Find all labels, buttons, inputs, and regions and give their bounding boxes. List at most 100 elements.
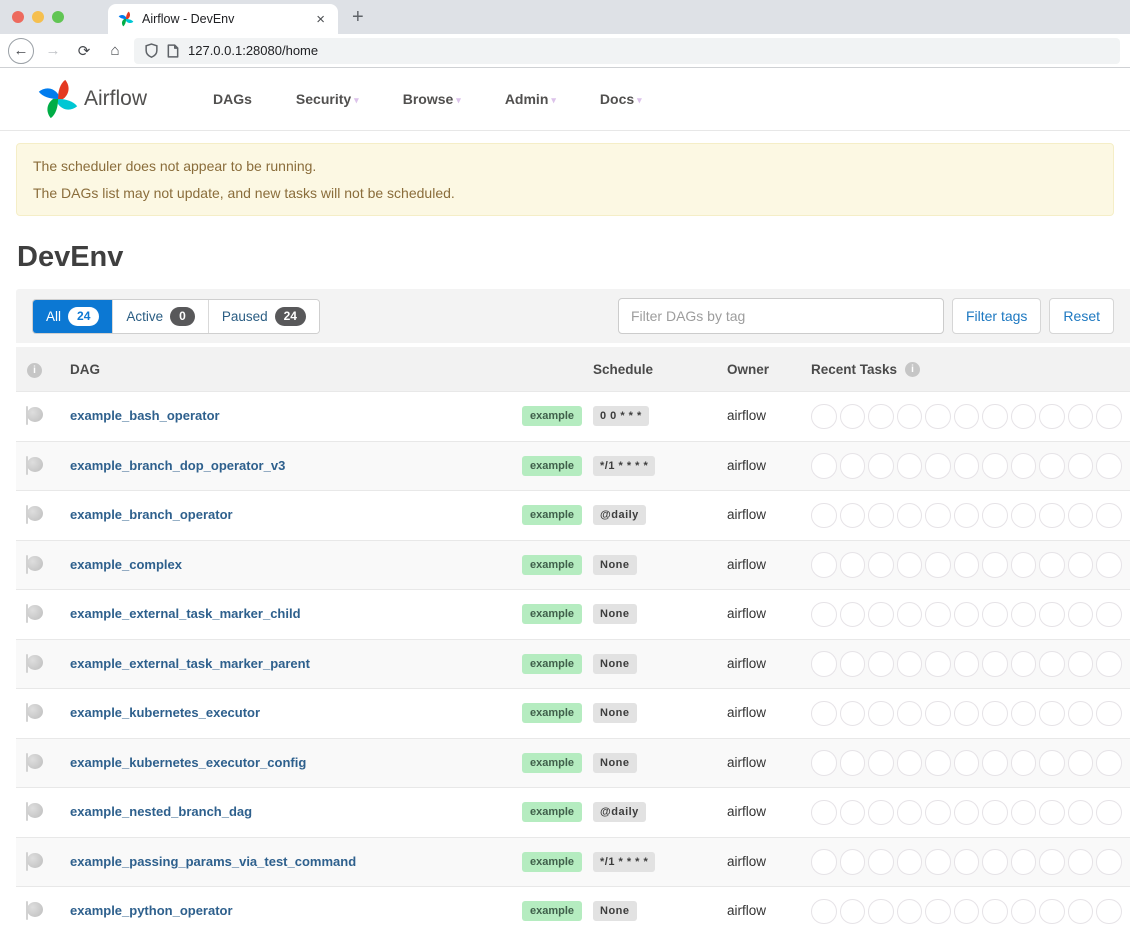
task-state-circle[interactable] [811,651,837,677]
task-state-circle[interactable] [1039,849,1065,875]
task-state-circle[interactable] [868,503,894,529]
filter-dags-by-tag-input[interactable] [618,298,944,334]
task-state-circle[interactable] [897,602,923,628]
dag-tag-badge[interactable]: example [522,802,582,822]
task-state-circle[interactable] [1096,849,1122,875]
navbar-menu-item[interactable]: Docs ▾ [578,91,664,107]
pause-toggle[interactable] [26,604,28,623]
forward-button[interactable]: → [41,42,65,59]
task-state-circle[interactable] [925,602,951,628]
task-state-circle[interactable] [840,651,866,677]
task-state-circle[interactable] [1068,750,1094,776]
task-state-circle[interactable] [1039,750,1065,776]
task-state-circle[interactable] [840,701,866,727]
window-zoom-button[interactable] [52,11,64,23]
task-state-circle[interactable] [925,453,951,479]
task-state-circle[interactable] [868,602,894,628]
dag-tag-badge[interactable]: example [522,406,582,426]
task-state-circle[interactable] [1068,503,1094,529]
task-state-circle[interactable] [897,899,923,925]
task-state-circle[interactable] [1068,899,1094,925]
task-state-circle[interactable] [925,651,951,677]
task-state-circle[interactable] [1011,552,1037,578]
navbar-menu-item[interactable]: Security ▾ [274,91,381,107]
dag-name-link[interactable]: example_nested_branch_dag [70,804,252,819]
task-state-circle[interactable] [1039,503,1065,529]
navbar-menu-item[interactable]: Browse ▾ [381,91,483,107]
task-state-circle[interactable] [840,552,866,578]
task-state-circle[interactable] [811,750,837,776]
task-state-circle[interactable] [954,404,980,430]
task-state-circle[interactable] [811,503,837,529]
task-state-circle[interactable] [1096,602,1122,628]
task-state-circle[interactable] [1039,899,1065,925]
dag-tag-badge[interactable]: example [522,654,582,674]
task-state-circle[interactable] [1039,701,1065,727]
task-state-circle[interactable] [954,602,980,628]
dag-tag-badge[interactable]: example [522,456,582,476]
task-state-circle[interactable] [1096,800,1122,826]
new-tab-button[interactable]: + [352,4,364,30]
address-bar[interactable]: 127.0.0.1:28080/home [134,38,1120,64]
task-state-circle[interactable] [897,503,923,529]
task-state-circle[interactable] [1011,800,1037,826]
task-state-circle[interactable] [925,701,951,727]
task-state-circle[interactable] [982,800,1008,826]
task-state-circle[interactable] [982,602,1008,628]
status-filter-tab[interactable]: Active 0 [112,300,207,333]
reset-button[interactable]: Reset [1049,298,1114,334]
task-state-circle[interactable] [1096,404,1122,430]
task-state-circle[interactable] [925,552,951,578]
dag-tag-badge[interactable]: example [522,703,582,723]
dag-tag-badge[interactable]: example [522,505,582,525]
reload-button[interactable]: ⟳ [72,42,96,60]
task-state-circle[interactable] [1011,750,1037,776]
task-state-circle[interactable] [1011,503,1037,529]
task-state-circle[interactable] [954,800,980,826]
task-state-circle[interactable] [1068,602,1094,628]
back-button[interactable]: ← [8,38,34,64]
task-state-circle[interactable] [868,701,894,727]
task-state-circle[interactable] [868,800,894,826]
task-state-circle[interactable] [1096,701,1122,727]
task-state-circle[interactable] [868,404,894,430]
task-state-circle[interactable] [811,404,837,430]
task-state-circle[interactable] [954,849,980,875]
task-state-circle[interactable] [1068,404,1094,430]
task-state-circle[interactable] [1011,651,1037,677]
task-state-circle[interactable] [954,750,980,776]
task-state-circle[interactable] [925,899,951,925]
task-state-circle[interactable] [954,552,980,578]
task-state-circle[interactable] [1096,503,1122,529]
task-state-circle[interactable] [868,453,894,479]
task-state-circle[interactable] [1011,899,1037,925]
pause-toggle[interactable] [26,456,28,475]
pause-toggle[interactable] [26,901,28,920]
task-state-circle[interactable] [840,503,866,529]
task-state-circle[interactable] [1011,849,1037,875]
task-state-circle[interactable] [1068,701,1094,727]
task-state-circle[interactable] [1011,404,1037,430]
task-state-circle[interactable] [1096,899,1122,925]
navbar-menu-item[interactable]: DAGs [191,91,274,107]
task-state-circle[interactable] [811,800,837,826]
shield-icon[interactable] [145,43,158,58]
dag-tag-badge[interactable]: example [522,901,582,921]
task-state-circle[interactable] [1039,404,1065,430]
dag-tag-badge[interactable]: example [522,852,582,872]
browser-tab-active[interactable]: Airflow - DevEnv × [108,4,338,34]
task-state-circle[interactable] [1096,552,1122,578]
task-state-circle[interactable] [1011,602,1037,628]
task-state-circle[interactable] [840,800,866,826]
task-state-circle[interactable] [1068,453,1094,479]
task-state-circle[interactable] [925,404,951,430]
task-state-circle[interactable] [811,701,837,727]
window-close-button[interactable] [12,11,24,23]
task-state-circle[interactable] [1039,800,1065,826]
task-state-circle[interactable] [1068,552,1094,578]
task-state-circle[interactable] [925,849,951,875]
dag-tag-badge[interactable]: example [522,753,582,773]
task-state-circle[interactable] [982,701,1008,727]
pause-toggle[interactable] [26,703,28,722]
task-state-circle[interactable] [868,899,894,925]
